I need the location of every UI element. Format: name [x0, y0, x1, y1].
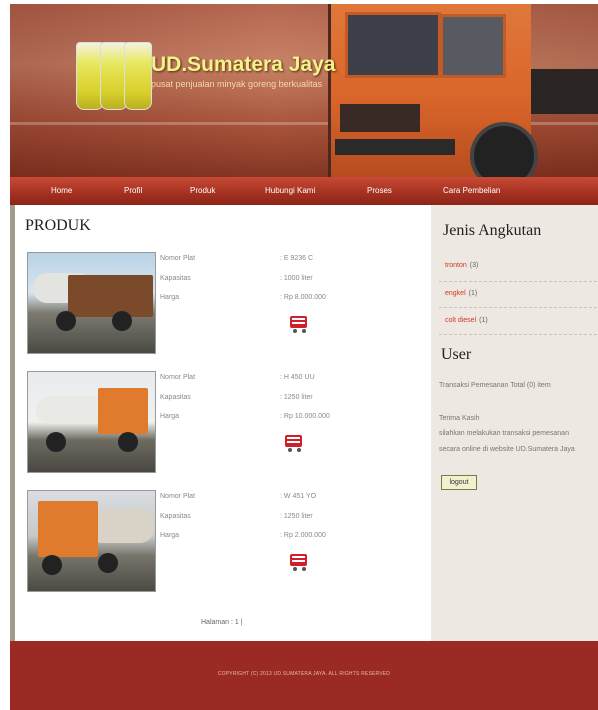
spec-value-harga: : Rp 10.000.000 [280, 413, 330, 420]
divider [439, 307, 597, 308]
add-to-cart-icon[interactable] [288, 553, 310, 571]
message-line-2: secara online di website UD.Sumatera Jay… [439, 446, 575, 453]
category-link-tronton[interactable]: tronton (3) [445, 262, 478, 269]
truck-window-image [345, 12, 441, 78]
truck-wheel-shape [56, 311, 76, 331]
truck-body-shape [98, 388, 148, 434]
nav-hubungi-kami[interactable]: Hubungi Kami [265, 186, 315, 195]
truck-body-shape [68, 275, 153, 317]
transaksi-total-text: Transaksi Pemesanan Total (0) item [439, 382, 551, 389]
main-content: PRODUK Nomor Plat : E 9236 C Kapasitas :… [15, 205, 431, 641]
page-title: PRODUK [25, 217, 91, 234]
spec-label-kapasitas: Kapasitas [160, 275, 191, 282]
footer: COPYRIGHT (C) 2013 UD.SUMATERA JAYA. ALL… [10, 641, 598, 710]
spec-value-kapasitas: : 1250 liter [280, 394, 313, 401]
sidebar-heading-user: User [441, 346, 472, 363]
truck-wheel-shape [112, 311, 132, 331]
main-nav: Home Profil Produk Hubungi Kami Proses C… [10, 177, 598, 205]
spec-label-harga: Harga [160, 532, 180, 539]
site-title: UD.Sumatera Jaya [151, 53, 336, 76]
nav-profil[interactable]: Profil [124, 186, 142, 195]
nav-proses[interactable]: Proses [367, 186, 392, 195]
spec-value-harga: : Rp 2.000.000 [280, 532, 326, 539]
add-to-cart-icon[interactable] [288, 315, 310, 333]
truck-body-shape [38, 501, 98, 557]
pagination[interactable]: Halaman : 1 | [201, 619, 243, 626]
category-link-colt-diesel[interactable]: colt diesel (1) [445, 317, 488, 324]
nav-home[interactable]: Home [51, 186, 72, 195]
spec-value-kapasitas: : 1000 liter [280, 275, 313, 282]
spec-value-harga: : Rp 8.000.000 [280, 294, 326, 301]
message-line-1: silahkan melakukan transaksi pemesanan [439, 430, 569, 437]
truck-grille-image [340, 104, 420, 132]
truck-wheel-shape [46, 432, 66, 452]
oil-pouch-icon [124, 42, 152, 110]
category-count: (1) [479, 317, 488, 324]
sidebar-heading-jenis-angkutan: Jenis Angkutan [443, 222, 542, 239]
product-image[interactable] [27, 252, 156, 354]
copyright-text: COPYRIGHT (C) 2013 UD.SUMATERA JAYA. ALL… [217, 671, 391, 677]
page: UD.Sumatera Jaya pusat penjualan minyak … [0, 0, 598, 710]
category-link-engkel[interactable]: engkel (1) [445, 290, 477, 297]
category-name[interactable]: colt diesel [445, 317, 476, 324]
add-to-cart-icon[interactable] [283, 434, 305, 452]
spec-label-plat: Nomor Plat [160, 493, 196, 500]
divider [439, 281, 597, 282]
truck-tank-shape [36, 396, 106, 424]
category-name[interactable]: tronton [445, 262, 467, 269]
truck-wheel-shape [42, 555, 62, 575]
sidebar: Jenis Angkutan tronton (3) engkel (1) colt… [431, 205, 598, 641]
product-image[interactable] [27, 371, 156, 473]
spec-label-harga: Harga [160, 413, 180, 420]
product-item: Nomor Plat : H 450 UU Kapasitas : 1250 l… [15, 371, 431, 476]
nav-produk[interactable]: Produk [190, 186, 215, 195]
product-image[interactable] [27, 490, 156, 592]
site-subtitle: pusat penjualan minyak goreng berkualita… [151, 79, 323, 89]
truck-wheel-shape [98, 553, 118, 573]
category-count: (3) [469, 262, 479, 269]
spec-label-plat: Nomor Plat [160, 374, 196, 381]
header-banner: UD.Sumatera Jaya pusat penjualan minyak … [10, 4, 598, 177]
spec-value-plat: : E 9236 C [280, 255, 314, 262]
spec-value-plat: : W 451 YO [280, 493, 317, 500]
spec-value-kapasitas: : 1250 liter [280, 513, 313, 520]
terima-kasih-text: Terima Kasih [439, 415, 480, 422]
truck-bumper-image [335, 139, 455, 155]
spec-label-kapasitas: Kapasitas [160, 394, 191, 401]
spec-label-plat: Nomor Plat [160, 255, 196, 262]
product-item: Nomor Plat : W 451 YO Kapasitas : 1250 l… [15, 490, 431, 595]
logout-button[interactable]: logout [441, 475, 477, 490]
spec-label-kapasitas: Kapasitas [160, 513, 191, 520]
spec-label-harga: Harga [160, 294, 180, 301]
category-count: (1) [468, 290, 478, 297]
product-item: Nomor Plat : E 9236 C Kapasitas : 1000 l… [15, 252, 431, 357]
truck-side-window-image [440, 14, 506, 78]
category-name[interactable]: engkel [445, 290, 466, 297]
truck-wheel-shape [118, 432, 138, 452]
nav-cara-pembelian[interactable]: Cara Pembelian [443, 186, 500, 195]
spec-value-plat: : H 450 UU [280, 374, 315, 381]
divider [439, 334, 597, 335]
